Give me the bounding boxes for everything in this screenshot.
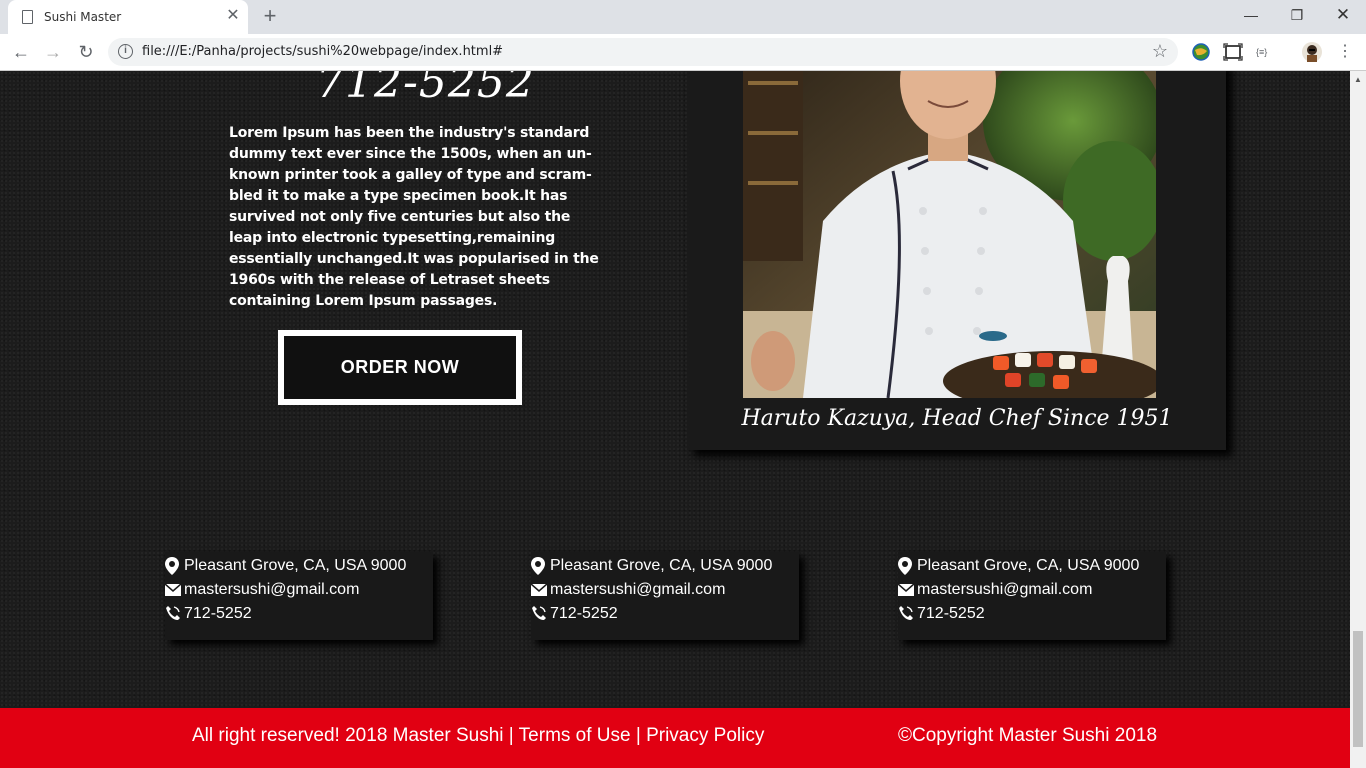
email-text[interactable]: mastersushi@gmail.com	[184, 581, 359, 598]
map-pin-icon	[165, 556, 181, 575]
map-pin-icon	[531, 556, 547, 575]
browser-toolbar: ← → ↻ i file:///E:/Panha/projects/sushi%…	[0, 34, 1366, 71]
email-line: mastersushi@gmail.com	[897, 579, 1092, 601]
phone-text: 712-5252	[550, 605, 618, 622]
footer: All right reserved! 2018 Master Sushi | …	[0, 708, 1350, 768]
address-line: Pleasant Grove, CA, USA 9000	[531, 555, 772, 577]
menu-icon[interactable]: ⋮	[1333, 40, 1357, 64]
minimize-button[interactable]: —	[1228, 0, 1274, 30]
address-bar[interactable]: i file:///E:/Panha/projects/sushi%20webp…	[108, 38, 1178, 66]
address-line: Pleasant Grove, CA, USA 9000	[898, 555, 1139, 577]
star-icon[interactable]: ☆	[1152, 41, 1168, 62]
contact-card-2: Pleasant Grove, CA, USA 9000 mastersushi…	[530, 552, 799, 640]
envelope-icon	[530, 581, 548, 599]
email-text[interactable]: mastersushi@gmail.com	[917, 581, 1092, 598]
contact-card-1: Pleasant Grove, CA, USA 9000 mastersushi…	[164, 552, 433, 640]
scrollbar[interactable]: ▲	[1350, 71, 1366, 768]
phone-icon	[165, 605, 181, 623]
plus-icon[interactable]: +	[258, 4, 282, 28]
back-icon[interactable]: ←	[9, 40, 33, 64]
email-line: mastersushi@gmail.com	[164, 579, 359, 601]
phone-text: 712-5252	[917, 605, 985, 622]
envelope-icon	[164, 581, 182, 599]
forward-icon[interactable]: →	[41, 40, 65, 64]
email-text[interactable]: mastersushi@gmail.com	[550, 581, 725, 598]
email-line: mastersushi@gmail.com	[530, 579, 725, 601]
reload-icon[interactable]: ↻	[74, 40, 98, 64]
phone-line: 712-5252	[531, 603, 618, 625]
info-icon[interactable]: i	[118, 44, 133, 59]
footer-links[interactable]: All right reserved! 2018 Master Sushi | …	[192, 725, 764, 747]
chef-caption: Haruto Kazuya, Head Chef Since 1951	[741, 406, 1173, 431]
contact-card-3: Pleasant Grove, CA, USA 9000 mastersushi…	[897, 552, 1166, 640]
phone-line: 712-5252	[898, 603, 985, 625]
scroll-up-icon[interactable]: ▲	[1354, 75, 1362, 84]
scroll-thumb[interactable]	[1353, 631, 1363, 747]
envelope-icon	[897, 581, 915, 599]
tab-strip: Sushi Master ✕ + — ❐ ✕	[0, 0, 1366, 34]
window-close-button[interactable]: ✕	[1320, 0, 1366, 30]
tab-active[interactable]: Sushi Master ✕	[8, 0, 248, 34]
page-content: 712-5252 Lorem Ipsum has been the indust…	[0, 71, 1350, 768]
map-pin-icon	[898, 556, 914, 575]
tab-title: Sushi Master	[44, 10, 122, 24]
chef-card: Haruto Kazuya, Head Chef Since 1951	[688, 71, 1226, 450]
address-text: Pleasant Grove, CA, USA 9000	[917, 557, 1140, 574]
screenshot-extension-icon[interactable]	[1223, 42, 1243, 62]
hero-description: Lorem Ipsum has been the industry's stan…	[229, 125, 599, 309]
code-extension-icon[interactable]: {≡}	[1256, 42, 1276, 62]
globe-extension-icon[interactable]	[1191, 42, 1211, 62]
order-now-button[interactable]: ORDER NOW	[278, 330, 522, 405]
footer-copyright: ©Copyright Master Sushi 2018	[898, 725, 1158, 746]
document-icon	[22, 10, 33, 24]
address-line: Pleasant Grove, CA, USA 9000	[165, 555, 406, 577]
hero-phone: 712-5252	[316, 71, 535, 108]
address-text: Pleasant Grove, CA, USA 9000	[550, 557, 773, 574]
close-icon[interactable]: ✕	[224, 7, 242, 25]
phone-icon	[531, 605, 547, 623]
phone-icon	[898, 605, 914, 623]
restore-button[interactable]: ❐	[1274, 0, 1320, 30]
address-text: Pleasant Grove, CA, USA 9000	[184, 557, 407, 574]
phone-text: 712-5252	[184, 605, 252, 622]
avatar[interactable]	[1302, 42, 1322, 62]
chef-photo	[743, 71, 1156, 398]
phone-line: 712-5252	[165, 603, 252, 625]
url-text[interactable]: file:///E:/Panha/projects/sushi%20webpag…	[142, 44, 503, 59]
